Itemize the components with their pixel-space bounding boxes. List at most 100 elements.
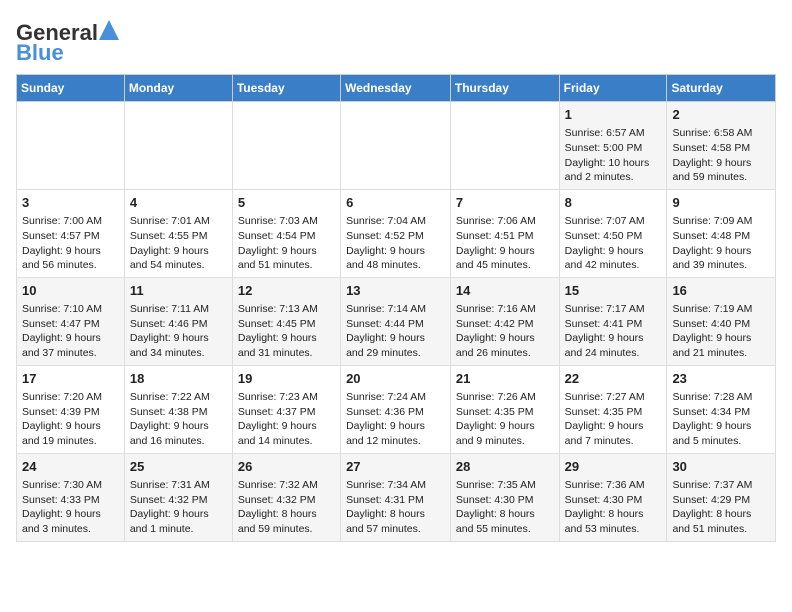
day-number: 22 xyxy=(565,370,662,388)
calendar-cell: 16Sunrise: 7:19 AMSunset: 4:40 PMDayligh… xyxy=(667,277,776,365)
daylight-text: Daylight: 9 hours and 54 minutes. xyxy=(130,245,209,272)
day-number: 6 xyxy=(346,194,445,212)
daylight-text: Daylight: 9 hours and 26 minutes. xyxy=(456,332,535,359)
sunrise-text: Sunrise: 7:37 AM xyxy=(672,479,752,491)
calendar-cell: 7Sunrise: 7:06 AMSunset: 4:51 PMDaylight… xyxy=(450,189,559,277)
sunset-text: Sunset: 4:54 PM xyxy=(238,230,316,242)
calendar-cell: 1Sunrise: 6:57 AMSunset: 5:00 PMDaylight… xyxy=(559,102,667,190)
day-number: 28 xyxy=(456,458,554,476)
sunrise-text: Sunrise: 7:19 AM xyxy=(672,303,752,315)
day-number: 16 xyxy=(672,282,770,300)
logo-icon xyxy=(99,20,119,40)
calendar-cell: 13Sunrise: 7:14 AMSunset: 4:44 PMDayligh… xyxy=(341,277,451,365)
sunset-text: Sunset: 4:42 PM xyxy=(456,318,534,330)
calendar-week-4: 17Sunrise: 7:20 AMSunset: 4:39 PMDayligh… xyxy=(17,365,776,453)
sunrise-text: Sunrise: 7:35 AM xyxy=(456,479,536,491)
day-number: 10 xyxy=(22,282,119,300)
sunrise-text: Sunrise: 7:26 AM xyxy=(456,391,536,403)
page-header: General Blue xyxy=(16,16,776,66)
sunset-text: Sunset: 4:35 PM xyxy=(456,406,534,418)
calendar-cell: 27Sunrise: 7:34 AMSunset: 4:31 PMDayligh… xyxy=(341,453,451,541)
sunrise-text: Sunrise: 7:16 AM xyxy=(456,303,536,315)
column-header-tuesday: Tuesday xyxy=(232,75,340,102)
sunrise-text: Sunrise: 6:57 AM xyxy=(565,127,645,139)
daylight-text: Daylight: 9 hours and 5 minutes. xyxy=(672,420,751,447)
sunrise-text: Sunrise: 7:07 AM xyxy=(565,215,645,227)
day-number: 5 xyxy=(238,194,335,212)
logo: General Blue xyxy=(16,20,119,66)
calendar-cell xyxy=(17,102,125,190)
calendar-cell: 23Sunrise: 7:28 AMSunset: 4:34 PMDayligh… xyxy=(667,365,776,453)
sunset-text: Sunset: 5:00 PM xyxy=(565,142,643,154)
sunrise-text: Sunrise: 7:11 AM xyxy=(130,303,209,315)
calendar-cell xyxy=(232,102,340,190)
sunset-text: Sunset: 4:30 PM xyxy=(565,494,643,506)
sunrise-text: Sunrise: 7:00 AM xyxy=(22,215,102,227)
sunrise-text: Sunrise: 7:24 AM xyxy=(346,391,426,403)
sunset-text: Sunset: 4:46 PM xyxy=(130,318,208,330)
daylight-text: Daylight: 8 hours and 51 minutes. xyxy=(672,508,751,535)
calendar-cell: 30Sunrise: 7:37 AMSunset: 4:29 PMDayligh… xyxy=(667,453,776,541)
sunrise-text: Sunrise: 6:58 AM xyxy=(672,127,752,139)
day-number: 7 xyxy=(456,194,554,212)
sunset-text: Sunset: 4:50 PM xyxy=(565,230,643,242)
column-header-sunday: Sunday xyxy=(17,75,125,102)
daylight-text: Daylight: 9 hours and 59 minutes. xyxy=(672,157,751,184)
sunrise-text: Sunrise: 7:30 AM xyxy=(22,479,102,491)
daylight-text: Daylight: 9 hours and 3 minutes. xyxy=(22,508,101,535)
calendar-cell xyxy=(124,102,232,190)
calendar-week-5: 24Sunrise: 7:30 AMSunset: 4:33 PMDayligh… xyxy=(17,453,776,541)
sunrise-text: Sunrise: 7:32 AM xyxy=(238,479,318,491)
calendar-cell: 25Sunrise: 7:31 AMSunset: 4:32 PMDayligh… xyxy=(124,453,232,541)
calendar-week-2: 3 Sunrise: 7:00 AM Sunset: 4:57 PM Daylight… xyxy=(17,189,776,277)
calendar-cell: 22Sunrise: 7:27 AMSunset: 4:35 PMDayligh… xyxy=(559,365,667,453)
day-number: 11 xyxy=(130,282,227,300)
day-number: 2 xyxy=(672,106,770,124)
calendar-week-1: 1Sunrise: 6:57 AMSunset: 5:00 PMDaylight… xyxy=(17,102,776,190)
column-header-friday: Friday xyxy=(559,75,667,102)
sunrise-text: Sunrise: 7:13 AM xyxy=(238,303,318,315)
day-number: 25 xyxy=(130,458,227,476)
day-number: 12 xyxy=(238,282,335,300)
daylight-text: Daylight: 9 hours and 24 minutes. xyxy=(565,332,644,359)
sunset-text: Sunset: 4:36 PM xyxy=(346,406,424,418)
column-header-monday: Monday xyxy=(124,75,232,102)
calendar-cell: 8Sunrise: 7:07 AMSunset: 4:50 PMDaylight… xyxy=(559,189,667,277)
sunset-text: Sunset: 4:31 PM xyxy=(346,494,424,506)
calendar-header-row: SundayMondayTuesdayWednesdayThursdayFrid… xyxy=(17,75,776,102)
sunset-text: Sunset: 4:38 PM xyxy=(130,406,208,418)
sunset-text: Sunset: 4:45 PM xyxy=(238,318,316,330)
calendar-cell: 9Sunrise: 7:09 AMSunset: 4:48 PMDaylight… xyxy=(667,189,776,277)
daylight-text: Daylight: 10 hours and 2 minutes. xyxy=(565,157,650,184)
sunrise-text: Sunrise: 7:34 AM xyxy=(346,479,426,491)
daylight-text: Daylight: 9 hours and 14 minutes. xyxy=(238,420,317,447)
calendar-cell: 20Sunrise: 7:24 AMSunset: 4:36 PMDayligh… xyxy=(341,365,451,453)
daylight-text: Daylight: 9 hours and 16 minutes. xyxy=(130,420,209,447)
day-number: 4 xyxy=(130,194,227,212)
calendar-cell: 15Sunrise: 7:17 AMSunset: 4:41 PMDayligh… xyxy=(559,277,667,365)
sunset-text: Sunset: 4:30 PM xyxy=(456,494,534,506)
day-number: 14 xyxy=(456,282,554,300)
sunrise-text: Sunrise: 7:22 AM xyxy=(130,391,210,403)
calendar-cell: 3Sunrise: 7:00 AMSunset: 4:57 PMDaylight… xyxy=(17,189,125,277)
calendar-cell: 28Sunrise: 7:35 AMSunset: 4:30 PMDayligh… xyxy=(450,453,559,541)
sunrise-text: Sunrise: 7:27 AM xyxy=(565,391,645,403)
sunrise-text: Sunrise: 7:14 AM xyxy=(346,303,426,315)
daylight-text: Daylight: 9 hours and 1 minute. xyxy=(130,508,209,535)
sunset-text: Sunset: 4:32 PM xyxy=(130,494,208,506)
sunset-text: Sunset: 4:37 PM xyxy=(238,406,316,418)
day-number: 3 xyxy=(22,194,119,212)
daylight-text: Daylight: 8 hours and 59 minutes. xyxy=(238,508,317,535)
daylight-text: Daylight: 9 hours and 9 minutes. xyxy=(456,420,535,447)
sunset-text: Sunset: 4:57 PM xyxy=(22,230,100,242)
daylight-text: Daylight: 9 hours and 31 minutes. xyxy=(238,332,317,359)
day-number: 24 xyxy=(22,458,119,476)
day-number: 26 xyxy=(238,458,335,476)
day-number: 8 xyxy=(565,194,662,212)
sunrise-text: Sunrise: 7:10 AM xyxy=(22,303,102,315)
sunrise-text: Sunrise: 7:03 AM xyxy=(238,215,318,227)
sunset-text: Sunset: 4:44 PM xyxy=(346,318,424,330)
sunset-text: Sunset: 4:35 PM xyxy=(565,406,643,418)
sunset-text: Sunset: 4:58 PM xyxy=(672,142,750,154)
calendar-cell xyxy=(341,102,451,190)
